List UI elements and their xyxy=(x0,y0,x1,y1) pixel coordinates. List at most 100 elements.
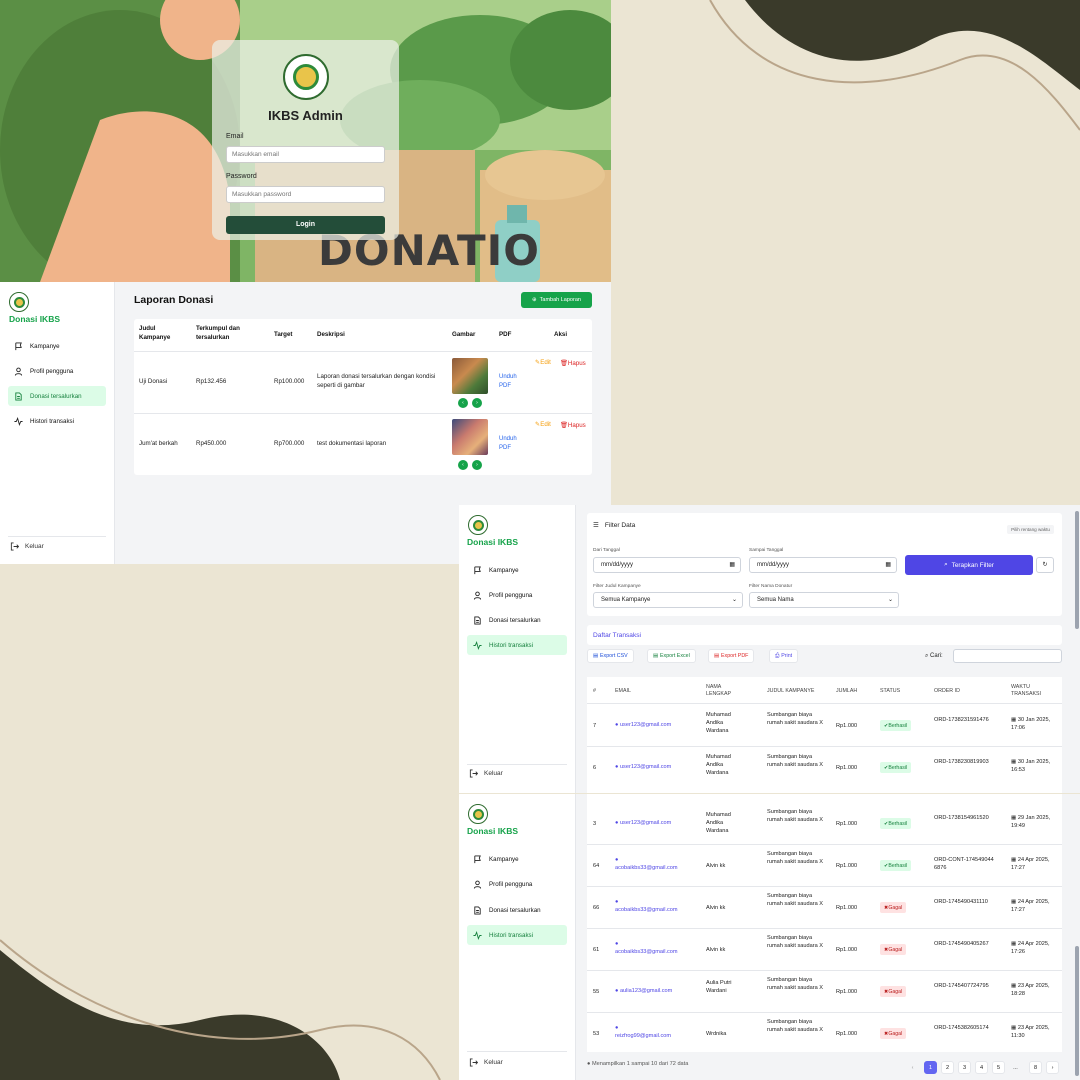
apply-filter-button[interactable]: ⌕ Terapkan Filter xyxy=(905,555,1033,575)
row-judul: Sumbangan biaya rumah sakit saudara X xyxy=(767,935,823,950)
row1-delete-button[interactable]: 🗑Hapus xyxy=(560,359,586,367)
sidebar-item-donasi[interactable]: Donasi tersalurkan xyxy=(467,610,567,630)
logout-button[interactable]: Keluar xyxy=(469,769,503,778)
sidebar-item-profil[interactable]: Profil pengguna xyxy=(467,585,567,605)
page-3-button[interactable]: 3 xyxy=(958,1061,971,1074)
col-aksi: Aksi xyxy=(554,331,568,338)
page-2-button[interactable]: 2 xyxy=(941,1061,954,1074)
row-no: 55 xyxy=(593,989,600,995)
row-order: ORD-1738231591476 xyxy=(934,717,989,723)
th-order: ORDER ID xyxy=(934,688,960,694)
trash-icon: 🗑 xyxy=(560,360,568,367)
page-1-button[interactable]: 1 xyxy=(924,1061,937,1074)
row1-edit-button[interactable]: ✎Edit xyxy=(535,359,551,366)
search-label: ⌕ Cari: xyxy=(925,653,943,659)
sidebar-logo xyxy=(468,804,488,824)
export-csv-button[interactable]: ▤ Export CSV xyxy=(587,649,634,663)
sidebar-item-histori[interactable]: Histori transaksi xyxy=(8,411,106,431)
email-input[interactable] xyxy=(226,146,385,163)
to-date-input[interactable]: mm/dd/yyyy ▦ xyxy=(749,557,897,573)
row-email: ● reizfrog99@gmail.com xyxy=(615,1025,672,1040)
file-excel-icon: ▤ xyxy=(653,653,659,659)
calendar-icon: ▦ xyxy=(1011,941,1018,947)
activity-icon xyxy=(14,416,23,426)
campaign-select[interactable]: Semua Kampanye ⌄ xyxy=(593,592,743,608)
sidebar-item-donasi[interactable]: Donasi tersalurkan xyxy=(467,900,567,920)
row1-image[interactable] xyxy=(452,358,488,394)
row-jumlah: Rp1.000 xyxy=(836,905,858,911)
next-page-button[interactable]: › xyxy=(1046,1061,1059,1074)
sidebar-item-kampanye[interactable]: Kampanye xyxy=(467,560,567,580)
reset-button[interactable]: ↻ xyxy=(1036,557,1054,573)
page-8-button[interactable]: 8 xyxy=(1029,1061,1042,1074)
sidebar-item-histori[interactable]: Histori transaksi xyxy=(467,925,567,945)
row2-pdf-link[interactable]: Unduh PDF xyxy=(499,435,524,454)
sidebar: Donasi IKBS Kampanye Profil pengguna Don… xyxy=(459,794,576,1080)
search-input[interactable] xyxy=(953,649,1062,663)
report-table: Judul Kampanye Terkumpul dan tersalurkan… xyxy=(134,319,592,475)
row1-prev-button[interactable]: ‹ xyxy=(458,398,468,408)
col-target: Target xyxy=(274,331,293,338)
row2-target: Rp700.000 xyxy=(274,440,305,447)
filter-card: ☰ Filter Data Pilih rentang waktu Dari Ta… xyxy=(587,513,1062,616)
export-excel-button[interactable]: ▤ Export Excel xyxy=(647,649,696,663)
sidebar-item-kampanye[interactable]: Kampanye xyxy=(467,849,567,869)
chevron-down-icon: ⌄ xyxy=(731,597,737,603)
donor-label: Filter Nama Donatur xyxy=(749,584,793,589)
row-jumlah: Rp1.000 xyxy=(836,1031,858,1037)
scrollbar[interactable] xyxy=(1075,946,1079,1076)
row1-next-button[interactable]: › xyxy=(472,398,482,408)
scrollbar[interactable] xyxy=(1075,511,1079,629)
col-gambar: Gambar xyxy=(452,331,476,338)
print-button[interactable]: ⎙ Print xyxy=(769,649,799,663)
from-date-input[interactable]: mm/dd/yyyy ▦ xyxy=(593,557,741,573)
status-badge: ✖ Gagal xyxy=(880,902,907,913)
row2-judul: Jum'at berkah xyxy=(139,440,178,447)
add-report-button[interactable]: ⊕ Tambah Laporan xyxy=(521,292,592,308)
row-judul: Sumbangan biaya rumah sakit saudara X xyxy=(767,712,823,727)
prev-page-button[interactable]: ‹ xyxy=(906,1061,919,1074)
row-order: ORD-CONT-1745490446876 xyxy=(934,857,994,872)
sidebar-item-donasi[interactable]: Donasi tersalurkan xyxy=(8,386,106,406)
page-5-button[interactable]: 5 xyxy=(992,1061,1005,1074)
row-nama: Muhamad Andika Wardana xyxy=(706,812,731,835)
row1-pdf-link[interactable]: Unduh PDF xyxy=(499,373,524,392)
sidebar-item-histori[interactable]: Histori transaksi xyxy=(467,635,567,655)
logout-button[interactable]: Keluar xyxy=(469,1058,503,1067)
document-icon xyxy=(15,391,22,401)
row-divider xyxy=(587,928,1062,929)
row-email: ● user123@gmail.com xyxy=(615,764,672,770)
row-nama: Muhamad Andika Wardana xyxy=(706,712,731,735)
login-button[interactable]: Login xyxy=(226,215,385,234)
calendar-icon: ▦ xyxy=(729,562,735,568)
user-circle-icon: ● xyxy=(615,1025,619,1031)
row-no: 6 xyxy=(593,765,597,771)
row2-image[interactable] xyxy=(452,419,488,455)
export-pdf-button[interactable]: ▤ Export PDF xyxy=(708,649,755,663)
sidebar-item-kampanye[interactable]: Kampanye xyxy=(8,336,106,356)
sidebar-divider xyxy=(467,1051,567,1052)
activity-icon xyxy=(473,930,482,940)
row2-prev-button[interactable]: ‹ xyxy=(458,460,468,470)
row2-delete-button[interactable]: 🗑Hapus xyxy=(560,421,586,429)
row-email: ● aulia123@gmail.com xyxy=(615,988,673,994)
row-divider xyxy=(587,844,1062,845)
search-icon: ⌕ xyxy=(944,561,948,568)
page-4-button[interactable]: 4 xyxy=(975,1061,988,1074)
password-input[interactable] xyxy=(226,186,385,203)
row-email: ● user123@gmail.com xyxy=(615,820,672,826)
donor-select[interactable]: Semua Nama ⌄ xyxy=(749,592,899,608)
col-terkumpul: Terkumpul dan tersalurkan xyxy=(196,325,240,341)
calendar-icon: ▦ xyxy=(1011,815,1018,821)
row2-edit-button[interactable]: ✎Edit xyxy=(535,421,551,428)
row-nama: Alvin kk xyxy=(706,863,726,869)
row-jumlah: Rp1.000 xyxy=(836,863,858,869)
to-label: Sampai Tanggal xyxy=(749,548,784,553)
plus-circle-icon: ⊕ xyxy=(532,297,537,303)
calendar-icon: ▦ xyxy=(1011,983,1018,989)
logout-button[interactable]: Keluar xyxy=(10,542,44,551)
sidebar-item-profil[interactable]: Profil pengguna xyxy=(8,361,106,381)
sidebar-item-profil[interactable]: Profil pengguna xyxy=(467,874,567,894)
row2-next-button[interactable]: › xyxy=(472,460,482,470)
row-order: ORD-1745382605174 xyxy=(934,1025,989,1031)
